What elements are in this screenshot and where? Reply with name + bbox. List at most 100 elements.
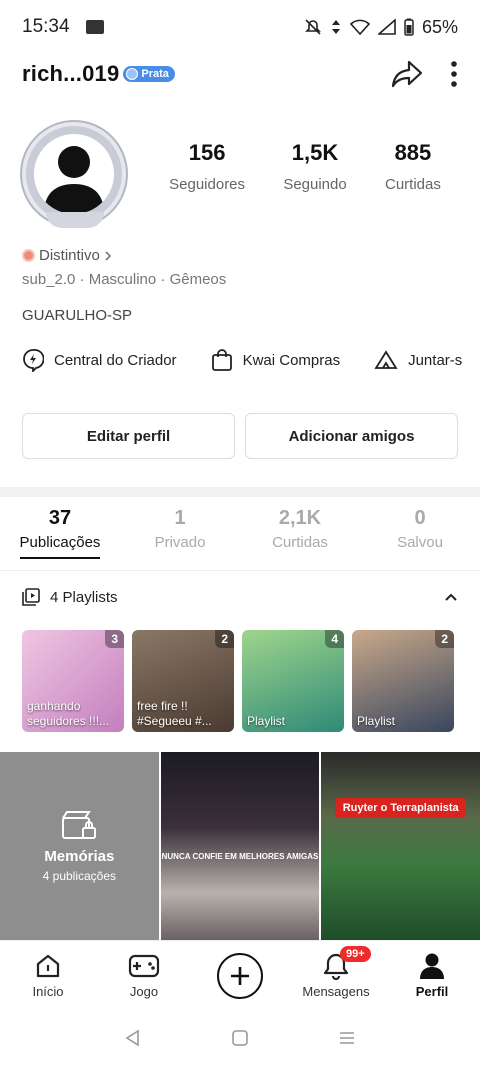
playlist-count: 4 xyxy=(325,630,344,648)
tab-label: Salvou xyxy=(397,534,443,551)
stat-label: Seguidores xyxy=(169,176,246,193)
shortcut-creator-center[interactable]: Central do Criador xyxy=(22,348,177,372)
battery-percent: 65% xyxy=(421,16,458,37)
distintivo-link[interactable]: Distintivo xyxy=(22,247,112,264)
playlist-card[interactable]: 2 free fire !! #Segueeu #... xyxy=(132,630,234,732)
stat-value: 885 xyxy=(394,140,432,165)
tab-count: 37 xyxy=(48,507,72,529)
playlist-icon xyxy=(22,588,40,606)
profile-icon xyxy=(420,953,444,979)
nav-jogo[interactable]: Jogo xyxy=(104,952,184,999)
playlist-count: 2 xyxy=(435,630,454,648)
nav-label: Jogo xyxy=(129,984,159,999)
memories-title: Memórias xyxy=(44,847,115,865)
nav-inicio[interactable]: Início xyxy=(8,952,88,999)
profile-location: GUARULHO-SP xyxy=(22,307,133,324)
stat-followers[interactable]: 156 Seguidores xyxy=(169,140,245,193)
avatar-frame xyxy=(22,122,126,226)
signal-icon xyxy=(377,19,396,35)
tab-publicacoes[interactable]: 37 Publicações xyxy=(0,507,120,570)
edit-profile-button[interactable]: Editar perfil xyxy=(22,413,235,459)
stat-label: Curtidas xyxy=(385,176,441,193)
playlist-title: Playlist xyxy=(247,713,286,728)
shortcut-join[interactable]: Juntar-s xyxy=(374,348,462,372)
stat-value: 156 xyxy=(188,140,226,165)
mute-icon xyxy=(305,19,321,35)
recents-icon[interactable] xyxy=(338,1029,356,1047)
tab-privado[interactable]: 1 Privado xyxy=(120,507,240,570)
profile-header: rich...019 Prata xyxy=(0,54,480,94)
medal-icon xyxy=(22,249,35,262)
data-transfer-icon xyxy=(331,20,340,34)
tab-label: Publicações xyxy=(19,534,101,559)
tab-count: 1 xyxy=(174,507,186,529)
nav-label: Perfil xyxy=(415,984,449,999)
playlist-card[interactable]: 3 ganhando seguidores !!!... xyxy=(22,630,124,732)
bottom-nav: Início Jogo 99+ Mensagens Perfil xyxy=(0,940,480,1010)
shortcuts-row: Central do Criador Kwai Compras Juntar-s xyxy=(22,348,462,372)
badge-icon xyxy=(126,68,139,80)
stat-label: Seguindo xyxy=(283,176,347,193)
home-icon xyxy=(36,954,60,978)
profile-meta: sub_2.0 · Masculino · Gêmeos xyxy=(22,271,227,288)
creator-bolt-icon xyxy=(23,349,44,372)
playlist-title: Playlist xyxy=(357,713,396,728)
battery-icon xyxy=(404,18,414,36)
post-caption: NUNCA CONFIE EM MELHORES AMIGAS xyxy=(161,852,319,861)
stat-likes[interactable]: 885 Curtidas xyxy=(385,140,441,193)
shortcut-kwai-shopping[interactable]: Kwai Compras xyxy=(211,348,341,372)
more-options-icon[interactable] xyxy=(450,60,458,88)
shortcut-label: Kwai Compras xyxy=(242,351,341,369)
status-icons: 65% xyxy=(304,17,458,38)
app-notification-icon xyxy=(85,20,104,34)
username: rich...019 xyxy=(22,61,120,86)
stat-value: 1,5K xyxy=(291,140,339,165)
playlist-card[interactable]: 2 Playlist xyxy=(352,630,454,732)
tab-salvou[interactable]: 0 Salvou xyxy=(360,507,480,570)
stat-following[interactable]: 1,5K Seguindo xyxy=(283,140,346,193)
chevron-right-icon xyxy=(105,250,111,261)
status-bar: 15:34 65% xyxy=(0,0,480,54)
tab-label: Privado xyxy=(154,534,206,551)
avatar-image xyxy=(34,134,114,214)
home-square-icon[interactable] xyxy=(231,1029,249,1047)
plus-circle-icon xyxy=(217,952,263,999)
playlist-count: 3 xyxy=(105,630,124,648)
laurel-decoration xyxy=(46,212,104,228)
memories-tile[interactable]: Memórias 4 publicações xyxy=(0,752,159,940)
playlists-count-label: 4 Playlists xyxy=(50,588,118,606)
posts-grid: Memórias 4 publicações NUNCA CONFIE EM M… xyxy=(0,752,480,940)
playlist-title: free fire !! #Segueeu #... xyxy=(137,699,212,728)
notification-badge: 99+ xyxy=(340,946,371,962)
post-title-banner: Ruyter o Terraplanista xyxy=(335,798,467,818)
distintivo-label: Distintivo xyxy=(39,247,100,264)
post-thumbnail[interactable]: Ruyter o Terraplanista xyxy=(321,752,480,940)
nav-create[interactable] xyxy=(200,952,280,999)
share-icon[interactable] xyxy=(390,59,424,89)
default-user-icon xyxy=(44,146,104,214)
tab-curtidas[interactable]: 2,1K Curtidas xyxy=(240,507,360,570)
chevron-up-icon[interactable] xyxy=(444,592,458,602)
system-navigation xyxy=(0,1010,480,1066)
memories-subtitle: 4 publicações xyxy=(42,868,117,883)
content-tabs: 37 Publicações 1 Privado 2,1K Curtidas 0… xyxy=(0,507,480,571)
add-friends-button[interactable]: Adicionar amigos xyxy=(245,413,458,459)
playlist-card[interactable]: 4 Playlist xyxy=(242,630,344,732)
level-badge[interactable]: Prata xyxy=(123,66,175,82)
nav-mensagens[interactable]: 99+ Mensagens xyxy=(296,946,376,999)
avatar[interactable] xyxy=(18,118,132,230)
playlist-title: ganhando seguidores !!!... xyxy=(27,699,110,728)
back-icon[interactable] xyxy=(124,1029,142,1047)
playlist-count: 2 xyxy=(215,630,234,648)
gamepad-icon xyxy=(128,954,160,978)
profile-actions: Editar perfil Adicionar amigos xyxy=(22,413,458,459)
playlists-header[interactable]: 4 Playlists xyxy=(22,588,458,606)
post-thumbnail[interactable]: NUNCA CONFIE EM MELHORES AMIGAS xyxy=(160,752,320,940)
wifi-icon xyxy=(349,19,370,35)
section-divider xyxy=(0,487,480,497)
nav-perfil[interactable]: Perfil xyxy=(392,952,472,999)
tab-count: 2,1K xyxy=(278,507,322,529)
status-time: 15:34 xyxy=(22,16,70,37)
profile-stats: 156 Seguidores 1,5K Seguindo 885 Curtida… xyxy=(150,140,460,193)
tent-icon xyxy=(374,350,398,369)
